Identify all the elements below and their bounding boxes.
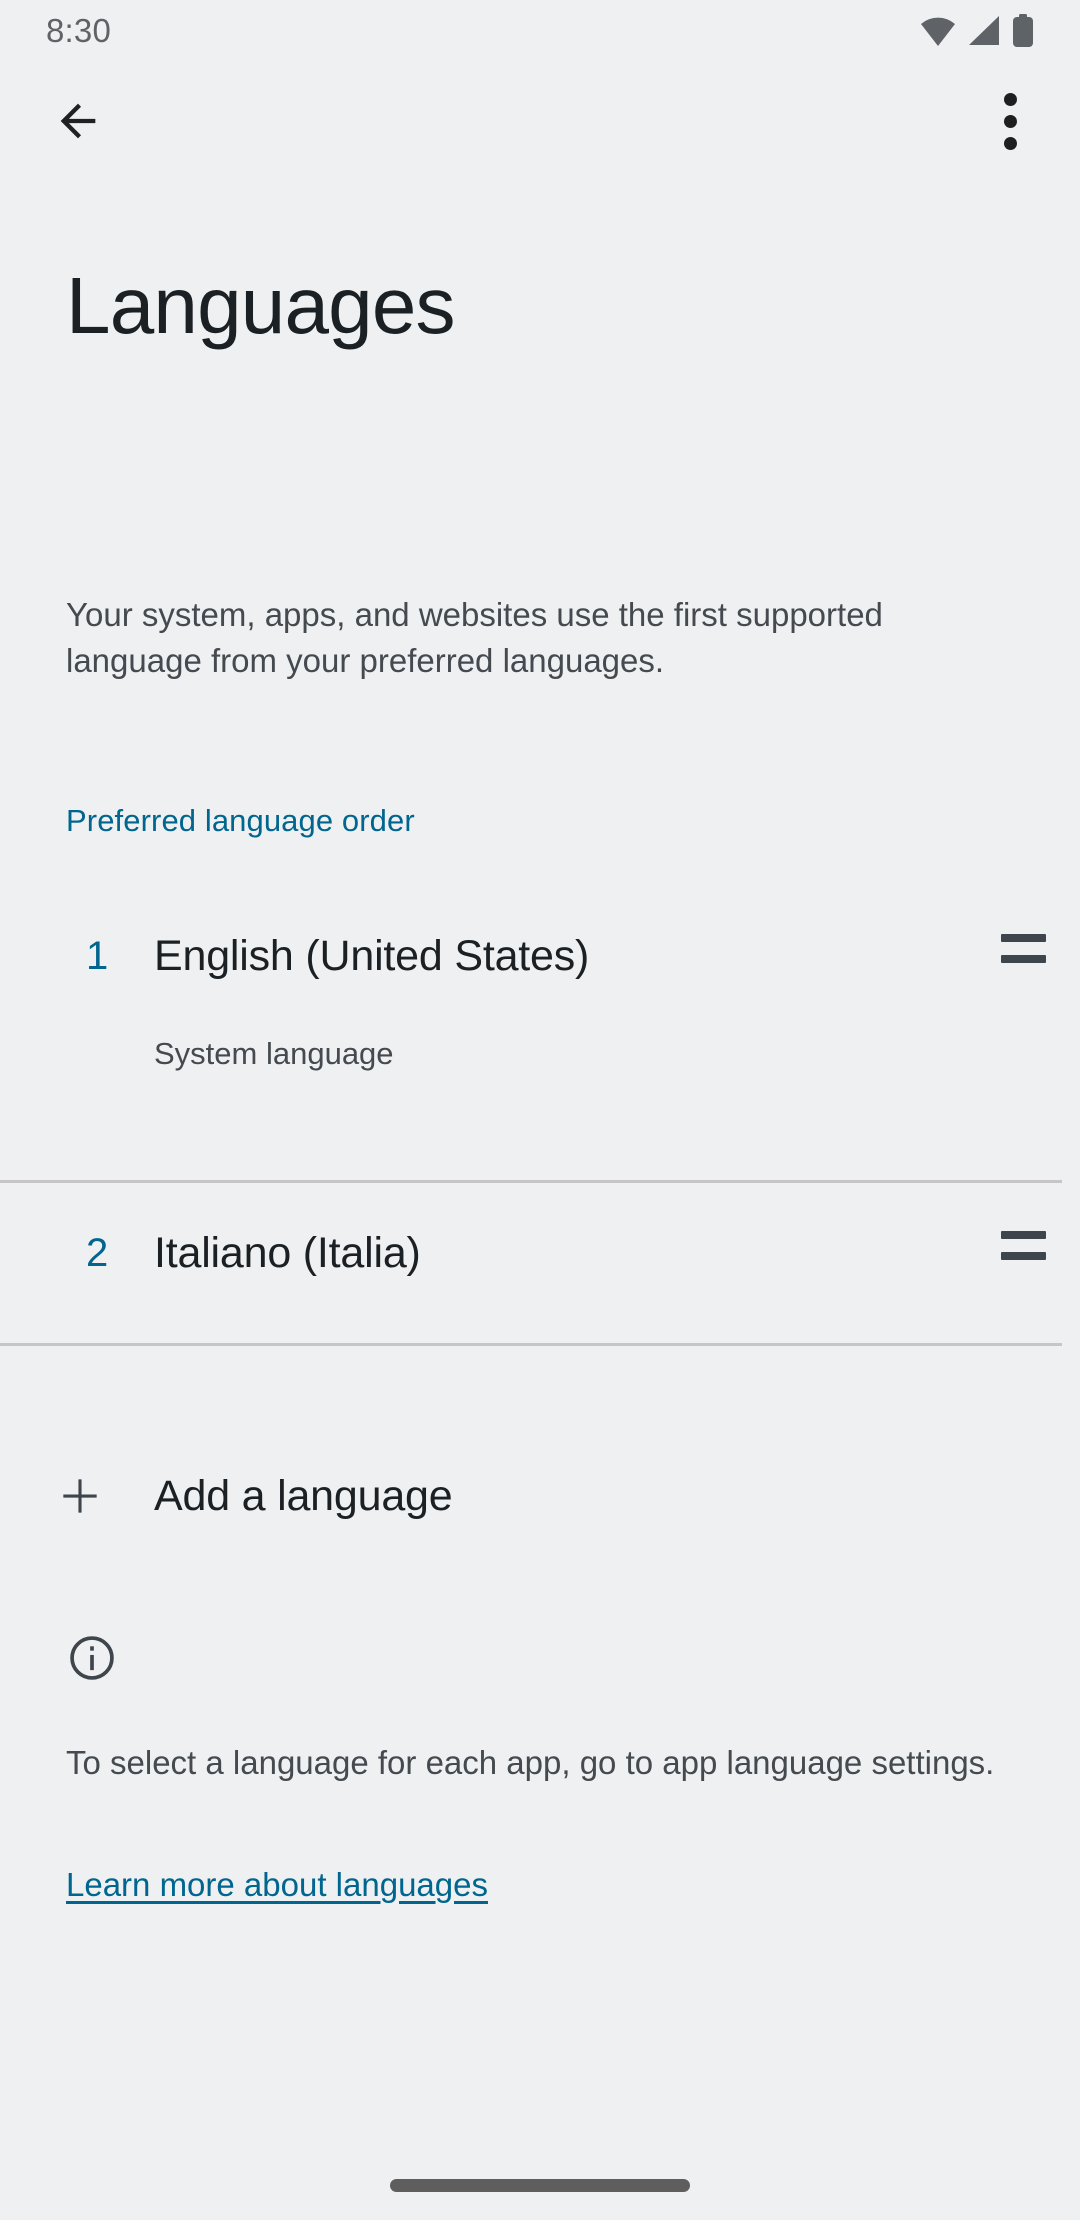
overflow-menu-icon	[1003, 92, 1017, 150]
plus-icon	[0, 1471, 154, 1521]
signal-icon	[967, 16, 1001, 46]
language-row-texts: Italiano (Italia)	[154, 1225, 984, 1281]
battery-icon	[1012, 14, 1034, 48]
add-a-language-label: Add a language	[154, 1471, 453, 1520]
overflow-menu-button[interactable]	[968, 79, 1052, 163]
language-row-1[interactable]: 1 English (United States) System languag…	[0, 886, 1080, 1180]
list-divider	[0, 1343, 1062, 1346]
status-bar-clock: 8:30	[46, 12, 112, 49]
status-bar: 8:30	[0, 0, 1080, 62]
back-arrow-icon	[52, 95, 104, 147]
page-title: Languages	[66, 261, 456, 350]
language-name: English (United States)	[154, 932, 590, 980]
action-bar	[0, 62, 1080, 180]
settings-languages-screen: 8:30 Languages Your system, apps, and we…	[0, 0, 1080, 2220]
page-description: Your system, apps, and websites use the …	[66, 596, 883, 679]
back-button[interactable]	[36, 79, 120, 163]
language-row-texts: English (United States) System language	[154, 928, 984, 1074]
drag-handle-icon[interactable]	[984, 928, 1080, 963]
learn-more-link[interactable]: Learn more about languages	[66, 1862, 488, 1908]
preferred-language-list: 1 English (United States) System languag…	[0, 886, 1080, 1346]
language-row-2[interactable]: 2 Italiano (Italia)	[0, 1183, 1080, 1343]
language-order-number: 2	[86, 1231, 109, 1275]
language-subtitle: System language	[154, 1036, 394, 1071]
language-name: Italiano (Italia)	[154, 1229, 421, 1277]
section-header-preferred-language-order: Preferred language order	[66, 803, 415, 838]
add-a-language-row[interactable]: Add a language	[0, 1430, 1080, 1562]
wifi-icon	[920, 16, 956, 46]
info-circle-icon	[66, 1632, 118, 1684]
status-bar-icons	[920, 14, 1034, 48]
drag-handle-icon[interactable]	[984, 1225, 1080, 1260]
gesture-nav-pill[interactable]	[390, 2179, 690, 2192]
language-order-number: 1	[86, 934, 109, 978]
footer-description: To select a language for each app, go to…	[66, 1744, 995, 1781]
